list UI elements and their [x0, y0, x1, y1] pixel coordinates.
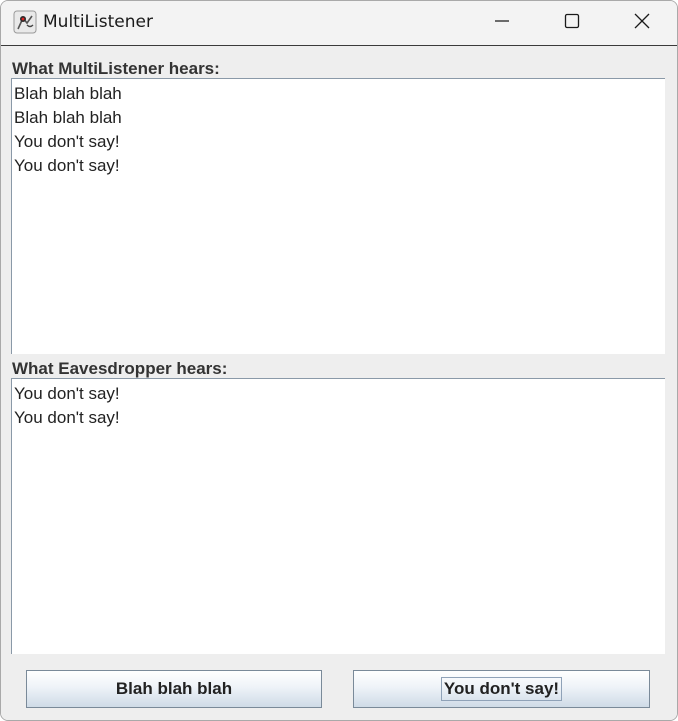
blah-blah-blah-button[interactable]: Blah blah blah [26, 670, 322, 708]
eavesdropper-text-area[interactable]: You don't say! You don't say! [11, 378, 665, 654]
text-line: You don't say! [14, 384, 120, 403]
window-title: MultiListener [43, 12, 153, 32]
close-icon [634, 13, 650, 33]
maximize-icon [564, 13, 580, 33]
title-bar[interactable]: MultiListener [1, 1, 677, 46]
multilistener-window: MultiListener What MultiListener hears: … [0, 0, 678, 721]
text-line: You don't say! [14, 132, 120, 151]
text-line: You don't say! [14, 408, 120, 427]
you-dont-say-button-label: You don't say! [440, 677, 563, 701]
text-line: You don't say! [14, 156, 120, 175]
minimize-icon [494, 13, 510, 33]
multilistener-text-area[interactable]: Blah blah blah Blah blah blah You don't … [11, 78, 665, 354]
eavesdropper-label: What Eavesdropper hears: [12, 359, 228, 378]
multilistener-label: What MultiListener hears: [12, 59, 220, 78]
minimize-button[interactable] [467, 1, 537, 45]
close-button[interactable] [607, 1, 677, 45]
text-line: Blah blah blah [14, 84, 122, 103]
maximize-button[interactable] [537, 1, 607, 45]
content-pane: What MultiListener hears: Blah blah blah… [1, 46, 677, 720]
text-line: Blah blah blah [14, 108, 122, 127]
you-dont-say-button[interactable]: You don't say! [353, 670, 650, 708]
java-duke-icon [13, 10, 37, 34]
blah-button-label: Blah blah blah [115, 679, 233, 698]
